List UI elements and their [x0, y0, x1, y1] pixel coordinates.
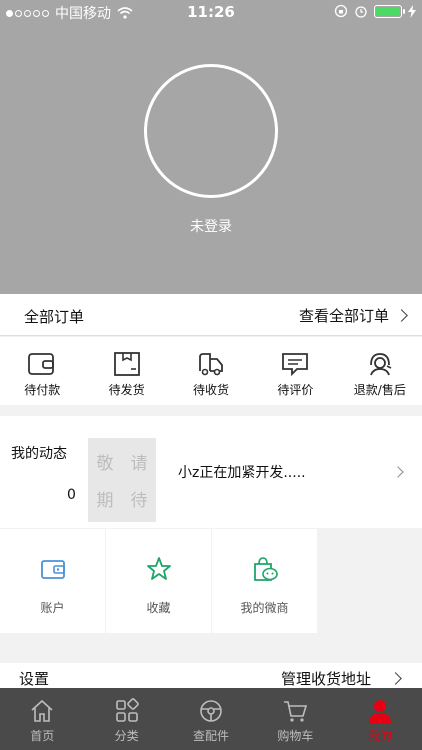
account-wallet-icon — [40, 560, 65, 579]
placeholder-char: 期 — [96, 491, 114, 511]
quick-item-label: 我的微商 — [240, 601, 289, 615]
cart-icon — [284, 701, 308, 722]
category-icon — [115, 698, 139, 722]
manage-address-label: 管理收货地址 — [280, 670, 371, 688]
tab-category[interactable]: 分类 — [84, 688, 168, 750]
manage-address-link[interactable]: 管理收货地址 — [280, 668, 402, 689]
tab-label: 我的 — [367, 729, 392, 743]
tab-label: 查配件 — [193, 729, 230, 743]
order-item-label: 待付款 — [24, 383, 61, 397]
user-icon — [368, 700, 391, 724]
order-status-row: 待付款 待发货 待收货 待评价 退款/售后 — [0, 337, 422, 405]
tab-mine[interactable]: 我的 — [338, 688, 422, 750]
placeholder-char: 敬 — [96, 454, 114, 474]
truck-icon — [199, 353, 223, 376]
chevron-right-icon — [392, 466, 404, 478]
alarm-icon — [355, 6, 367, 18]
view-all-orders-label: 查看全部订单 — [298, 307, 389, 325]
profile-header: 中国移动 11:26 未登录 — [0, 0, 422, 294]
settings-button[interactable]: 设置 — [19, 668, 49, 689]
tab-label: 首页 — [30, 729, 55, 743]
home-icon — [31, 699, 53, 722]
coming-soon-placeholder: 敬 请 期 待 — [88, 438, 156, 522]
parts-icon — [200, 700, 222, 722]
comment-icon — [282, 353, 309, 377]
orders-title: 全部订单 — [24, 308, 85, 326]
charging-icon — [408, 4, 416, 18]
tab-label: 分类 — [114, 729, 139, 743]
dynamics-title: 我的动态 — [11, 446, 67, 462]
star-icon — [146, 557, 171, 580]
box-icon — [113, 352, 140, 376]
order-pending-shipment[interactable]: 待发货 — [84, 337, 168, 405]
orders-header: 全部订单 查看全部订单 — [0, 294, 422, 336]
order-item-label: 待收货 — [193, 383, 230, 397]
quick-item-label: 账户 — [40, 601, 65, 615]
view-all-orders-link[interactable]: 查看全部订单 — [298, 305, 408, 326]
order-pending-payment[interactable]: 待付款 — [0, 337, 84, 405]
placeholder-char: 请 — [130, 454, 148, 474]
avatar[interactable] — [144, 64, 278, 198]
favorites-button[interactable]: 收藏 — [106, 529, 211, 633]
order-pending-review[interactable]: 待评价 — [253, 337, 337, 405]
order-item-label: 待发货 — [108, 383, 145, 397]
my-microshop-button[interactable]: 我的微商 — [212, 529, 317, 633]
lock-rotation-icon — [334, 4, 348, 18]
account-button[interactable]: 账户 — [0, 529, 105, 633]
my-dynamics-section[interactable]: 我的动态 0 敬 请 期 待 小z正在加紧开发..... — [0, 416, 422, 528]
login-status-label[interactable]: 未登录 — [0, 216, 422, 236]
quick-access-grid: 账户 收藏 我的微商 — [0, 529, 422, 633]
dynamics-message: 小z正在加紧开发..... — [178, 465, 306, 481]
tab-parts[interactable]: 查配件 — [169, 688, 253, 750]
tab-home[interactable]: 首页 — [0, 688, 84, 750]
bottom-tab-bar: 首页 分类 查配件 购物车 我的 — [0, 688, 422, 750]
wechat-bag-icon — [253, 557, 278, 581]
order-pending-receipt[interactable]: 待收货 — [169, 337, 253, 405]
tab-label: 购物车 — [277, 729, 314, 743]
quick-item-label: 收藏 — [146, 601, 171, 615]
wallet-icon — [28, 353, 55, 375]
service-icon — [369, 353, 392, 376]
placeholder-char: 待 — [130, 491, 148, 511]
status-right — [334, 4, 416, 18]
order-item-label: 退款/售后 — [353, 383, 406, 397]
tab-cart[interactable]: 购物车 — [253, 688, 337, 750]
chevron-right-icon — [389, 672, 402, 685]
battery-icon — [374, 4, 405, 18]
order-refund-aftersales[interactable]: 退款/售后 — [338, 337, 422, 405]
dynamics-count: 0 — [67, 487, 76, 503]
chevron-right-icon — [395, 309, 408, 322]
order-item-label: 待评价 — [277, 383, 314, 397]
status-bar: 中国移动 11:26 — [0, 0, 422, 24]
